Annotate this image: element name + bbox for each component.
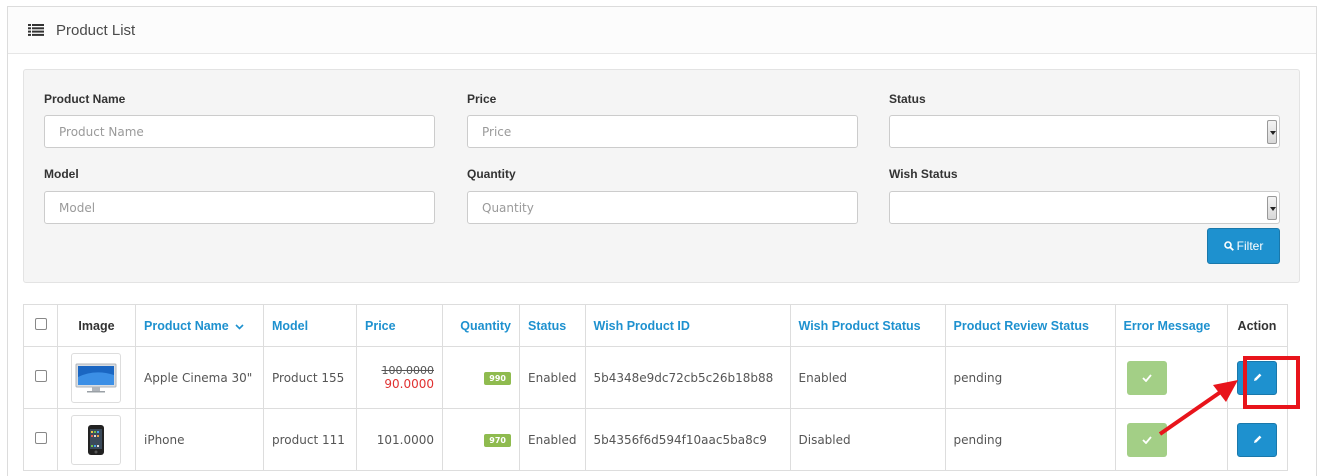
status-select[interactable]: [889, 115, 1280, 148]
model-input[interactable]: [44, 191, 435, 224]
product-thumbnail[interactable]: [71, 352, 121, 403]
header-price[interactable]: Price: [356, 304, 443, 347]
model-label: Model: [44, 167, 79, 181]
image-cell: [57, 346, 136, 409]
quantity-badge: 970: [484, 434, 511, 447]
edit-button[interactable]: [1237, 422, 1277, 457]
wish-status-cell: Disabled: [789, 408, 946, 471]
wish-id-cell: 5b4356f6d594f10aac5ba8c9: [584, 408, 791, 471]
model-cell: Product 155: [263, 346, 357, 409]
wish-status-select[interactable]: [889, 191, 1280, 224]
quantity-cell: 990: [442, 346, 520, 409]
pencil-icon: [1253, 435, 1261, 443]
old-price: 100.0000: [381, 364, 435, 377]
header-status[interactable]: Status: [519, 304, 586, 347]
wish-id-cell: 5b4348e9dc72cb5c26b18b88: [584, 346, 791, 409]
header-product-name-label: Product Name: [144, 318, 229, 333]
table-row: iPhone product 111 101.0000 970 Enabled …: [23, 408, 1288, 471]
special-price: 90.0000: [384, 377, 434, 391]
select-all-checkbox[interactable]: [34, 318, 47, 330]
row-checkbox[interactable]: [34, 370, 47, 382]
select-arrow-icon: [1267, 120, 1277, 144]
search-icon: [1223, 241, 1234, 251]
filter-button-label: Filter: [1236, 239, 1264, 253]
model-cell: product 111: [263, 408, 357, 471]
header-quantity[interactable]: Quantity: [442, 304, 520, 347]
price-input[interactable]: [467, 115, 858, 148]
check-icon: [1141, 435, 1152, 444]
filter-panel: Product Name Price Status Model Quantity…: [23, 69, 1300, 283]
header-wish-product-status[interactable]: Wish Product Status: [789, 304, 946, 347]
header-image: Image: [57, 304, 136, 347]
quantity-cell: 970: [442, 408, 520, 471]
product-table: Image Product Name Model Price Quantity …: [23, 304, 1288, 471]
table-header-row: Image Product Name Model Price Quantity …: [23, 304, 1288, 347]
monitor-icon: [75, 363, 117, 392]
action-cell: [1226, 408, 1288, 471]
error-message-button[interactable]: [1126, 360, 1167, 395]
quantity-label: Quantity: [467, 167, 516, 181]
filter-button[interactable]: Filter: [1207, 228, 1280, 264]
status-label: Status: [889, 92, 926, 106]
quantity-badge: 990: [484, 372, 511, 385]
page-title: Product List: [56, 21, 136, 39]
panel-heading: Product List: [8, 7, 1316, 54]
status-cell: Enabled: [519, 408, 586, 471]
annotation-highlight-box: [1243, 356, 1300, 409]
status-cell: Enabled: [519, 346, 586, 409]
error-message-cell: [1114, 346, 1228, 409]
header-error-message[interactable]: Error Message: [1114, 304, 1228, 347]
list-icon: [28, 24, 44, 36]
header-action: Action: [1226, 304, 1288, 347]
table-row: Apple Cinema 30" Product 155 100.0000 90…: [23, 346, 1288, 409]
review-status-cell: pending: [944, 346, 1116, 409]
review-status-cell: pending: [944, 408, 1116, 471]
header-model[interactable]: Model: [263, 304, 357, 347]
wish-status-label: Wish Status: [889, 167, 958, 181]
error-message-cell: [1114, 408, 1228, 471]
row-checkbox[interactable]: [34, 432, 47, 444]
image-cell: [57, 408, 136, 471]
product-name-cell: Apple Cinema 30": [135, 346, 264, 409]
wish-status-cell: Enabled: [789, 346, 946, 409]
price-cell: 101.0000: [356, 408, 443, 471]
row-select-cell: [23, 346, 58, 409]
header-product-review-status[interactable]: Product Review Status: [944, 304, 1116, 347]
product-list-panel: Product List Product Name Price Status M…: [7, 6, 1317, 476]
quantity-input[interactable]: [467, 191, 858, 224]
check-icon: [1141, 373, 1152, 382]
product-name-label: Product Name: [44, 92, 126, 106]
error-message-button[interactable]: [1126, 422, 1167, 457]
phone-icon: [88, 424, 104, 455]
product-thumbnail[interactable]: [71, 414, 121, 465]
price-cell: 100.0000 90.0000: [356, 346, 443, 409]
product-name-input[interactable]: [44, 115, 435, 148]
select-arrow-icon: [1267, 196, 1277, 220]
row-select-cell: [23, 408, 58, 471]
chevron-down-icon: [235, 323, 244, 330]
price-label: Price: [467, 92, 497, 106]
product-name-cell: iPhone: [135, 408, 264, 471]
select-all-cell: [23, 304, 58, 347]
header-wish-product-id[interactable]: Wish Product ID: [584, 304, 791, 347]
header-product-name[interactable]: Product Name: [135, 304, 264, 347]
